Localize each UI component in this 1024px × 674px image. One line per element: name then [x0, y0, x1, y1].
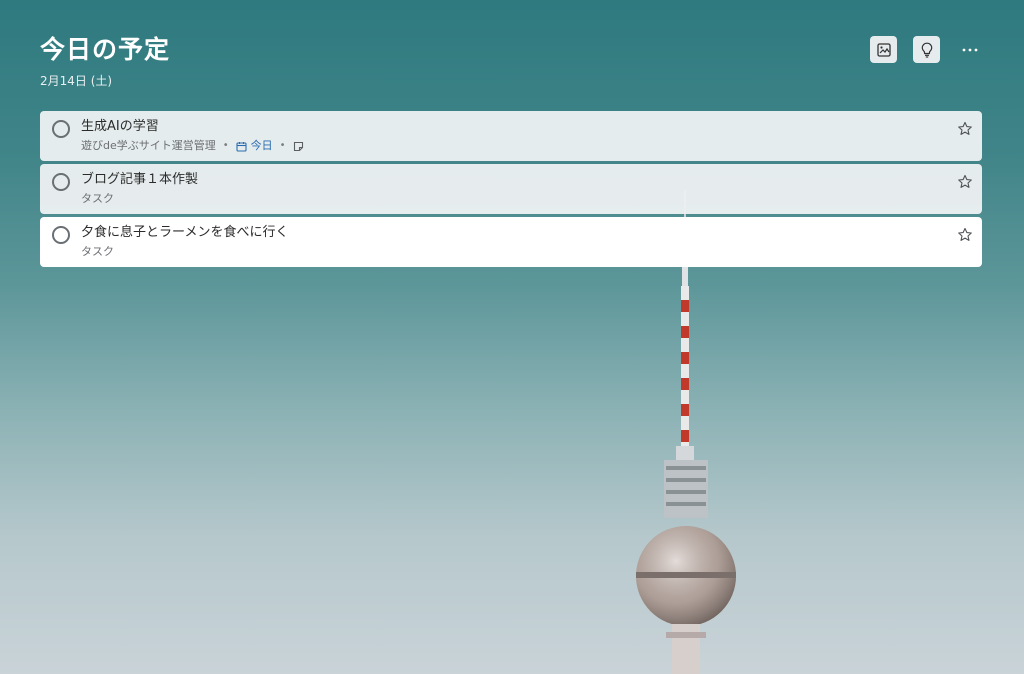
task-list: 生成AIの学習 遊びde学ぶサイト運営管理 • 今日 • ブログ記事１本作製 タ…	[40, 111, 982, 270]
task-title: 夕食に息子とラーメンを食べに行く	[81, 225, 289, 240]
star-icon[interactable]	[957, 227, 973, 243]
lightbulb-icon	[921, 42, 932, 58]
complete-task-checkbox[interactable]	[52, 226, 70, 244]
header-actions	[870, 36, 984, 63]
task-item[interactable]: ブログ記事１本作製 タスク	[40, 164, 982, 214]
task-meta: タスク	[81, 245, 114, 259]
change-background-button[interactable]	[870, 36, 897, 63]
more-options-button[interactable]	[956, 36, 984, 63]
meta-separator: •	[279, 140, 286, 151]
due-date-label: 今日	[250, 139, 273, 152]
task-meta: 遊びde学ぶサイト運営管理 • 今日 •	[81, 139, 304, 153]
complete-task-checkbox[interactable]	[52, 173, 70, 191]
task-meta: タスク	[81, 192, 114, 206]
star-icon[interactable]	[957, 174, 973, 190]
task-title: 生成AIの学習	[81, 119, 159, 134]
list-header: 今日の予定 2月14日 (土)	[40, 32, 984, 102]
page-date: 2月14日 (土)	[40, 74, 113, 88]
more-icon	[962, 48, 978, 51]
task-item[interactable]: 夕食に息子とラーメンを食べに行く タスク	[40, 217, 982, 267]
complete-task-checkbox[interactable]	[52, 120, 70, 138]
suggestions-button[interactable]	[913, 36, 940, 63]
task-list-name: タスク	[81, 192, 114, 205]
star-icon[interactable]	[957, 121, 973, 137]
task-item[interactable]: 生成AIの学習 遊びde学ぶサイト運営管理 • 今日 •	[40, 111, 982, 161]
calendar-icon	[236, 141, 247, 152]
task-list-name: タスク	[81, 245, 114, 258]
due-date-badge: 今日	[236, 139, 273, 153]
meta-separator: •	[222, 140, 229, 151]
image-icon	[876, 42, 891, 57]
note-icon	[293, 141, 303, 151]
task-list-name: 遊びde学ぶサイト運営管理	[81, 139, 216, 152]
task-title: ブログ記事１本作製	[81, 172, 199, 187]
page-title: 今日の予定	[40, 35, 171, 64]
